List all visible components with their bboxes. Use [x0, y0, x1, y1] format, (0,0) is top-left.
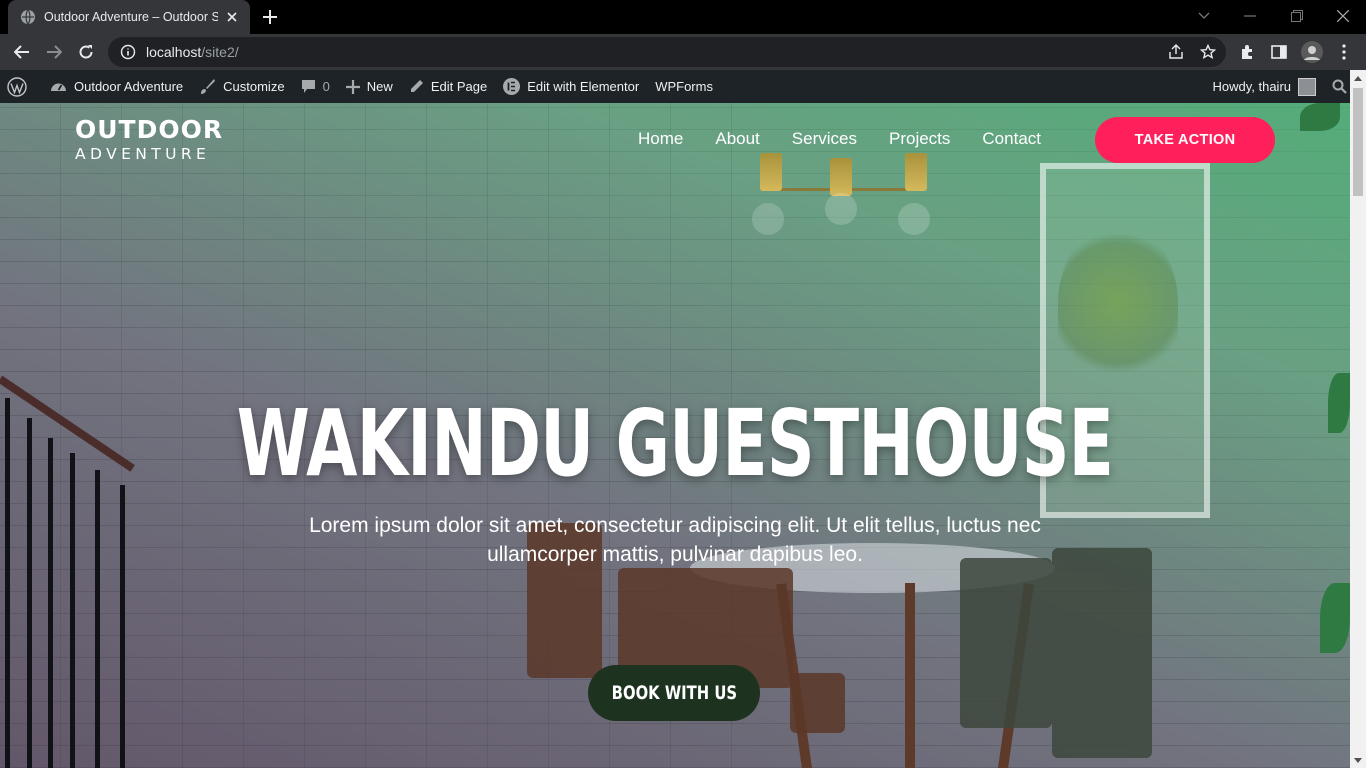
bookmark-star-icon[interactable] — [1197, 41, 1219, 63]
elementor-icon — [503, 78, 521, 95]
admin-comments[interactable]: 0 — [293, 70, 338, 103]
scroll-down-arrow-icon[interactable] — [1350, 752, 1366, 768]
tab-close-icon[interactable] — [224, 9, 240, 25]
stair-post — [27, 418, 32, 768]
main-nav: Home About Services Projects Contact — [622, 127, 1057, 151]
info-icon[interactable] — [120, 44, 136, 60]
chair — [1052, 548, 1152, 758]
hero-subtitle: Lorem ipsum dolor sit amet, consectetur … — [309, 514, 1041, 566]
paintbrush-icon — [201, 79, 216, 94]
tab-strip: Outdoor Adventure – Outdoor Sp — [0, 0, 1366, 34]
address-bar[interactable]: localhost/site2/ — [108, 37, 1226, 67]
admin-wpforms[interactable]: WPForms — [647, 70, 721, 103]
site-logo[interactable]: OUTDOOR ADVENTURE — [75, 116, 223, 164]
chair — [960, 558, 1052, 728]
admin-edit-page[interactable]: Edit Page — [401, 70, 495, 103]
nav-home[interactable]: Home — [622, 127, 699, 151]
scroll-up-arrow-icon[interactable] — [1350, 70, 1366, 86]
dashboard-gauge-icon — [51, 83, 66, 91]
url-text: localhost/site2/ — [146, 44, 239, 60]
stair-post — [70, 453, 75, 768]
stair-post — [48, 438, 53, 768]
browser-tab[interactable]: Outdoor Adventure – Outdoor Sp — [8, 0, 250, 34]
stair-post — [5, 398, 10, 768]
stair-post — [120, 485, 125, 768]
wordpress-logo-icon[interactable] — [0, 70, 42, 103]
nav-projects[interactable]: Projects — [873, 127, 966, 151]
hero-section: OUTDOOR ADVENTURE Home About Services Pr… — [0, 103, 1350, 768]
extensions-icon[interactable] — [1234, 39, 1260, 65]
plant-leaf — [1300, 103, 1340, 131]
nav-contact[interactable]: Contact — [966, 127, 1057, 151]
plant-leaf — [1320, 583, 1350, 653]
globe-icon — [21, 9, 35, 25]
tab-search-icon[interactable] — [1192, 6, 1216, 26]
back-button[interactable] — [9, 39, 35, 65]
pendant-lamp — [760, 153, 782, 191]
side-panel-icon[interactable] — [1266, 39, 1292, 65]
profile-avatar[interactable] — [1299, 39, 1325, 65]
wp-admin-bar: Outdoor Adventure Customize 0 New Edit P… — [0, 70, 1366, 103]
new-tab-button[interactable] — [258, 6, 282, 28]
comment-bubble-icon — [301, 80, 315, 93]
nav-about[interactable]: About — [699, 127, 775, 151]
admin-edit-elementor[interactable]: Edit with Elementor — [495, 70, 647, 103]
reload-button[interactable] — [73, 39, 99, 65]
avatar — [1298, 77, 1316, 96]
admin-account[interactable]: Howdy, thairu — [1204, 70, 1324, 103]
scrollbar-thumb[interactable] — [1353, 88, 1363, 196]
plus-icon — [345, 79, 360, 94]
hero-title: WAKINDU GUESTHOUSE — [236, 390, 1114, 497]
share-icon[interactable] — [1165, 41, 1187, 63]
restore-icon[interactable] — [1285, 6, 1309, 26]
lamp-bulb — [825, 193, 857, 225]
framed-plant — [1058, 223, 1178, 383]
page-viewport: OUTDOOR ADVENTURE Home About Services Pr… — [0, 103, 1350, 768]
tab-title: Outdoor Adventure – Outdoor Sp — [44, 10, 218, 24]
page-scrollbar[interactable] — [1350, 70, 1366, 768]
forward-button[interactable] — [41, 39, 67, 65]
pencil-icon — [410, 80, 423, 92]
admin-site-name[interactable]: Outdoor Adventure — [42, 70, 191, 103]
lamp-bulb — [752, 203, 784, 235]
minimize-icon[interactable] — [1238, 6, 1262, 26]
admin-customize[interactable]: Customize — [191, 70, 292, 103]
close-window-icon[interactable] — [1331, 6, 1355, 26]
plant-leaf — [1328, 373, 1350, 433]
admin-new[interactable]: New — [338, 70, 401, 103]
chair — [790, 673, 845, 733]
book-with-us-button[interactable]: BOOK WITH US — [588, 665, 760, 721]
pendant-lamp — [905, 153, 927, 191]
table-leg — [905, 583, 915, 768]
menu-kebab-icon[interactable] — [1331, 39, 1357, 65]
take-action-button[interactable]: TAKE ACTION — [1095, 117, 1275, 163]
browser-toolbar: localhost/site2/ — [0, 34, 1366, 70]
nav-services[interactable]: Services — [776, 127, 873, 151]
stair-post — [95, 470, 100, 768]
lamp-bulb — [898, 203, 930, 235]
pendant-lamp — [830, 158, 852, 196]
